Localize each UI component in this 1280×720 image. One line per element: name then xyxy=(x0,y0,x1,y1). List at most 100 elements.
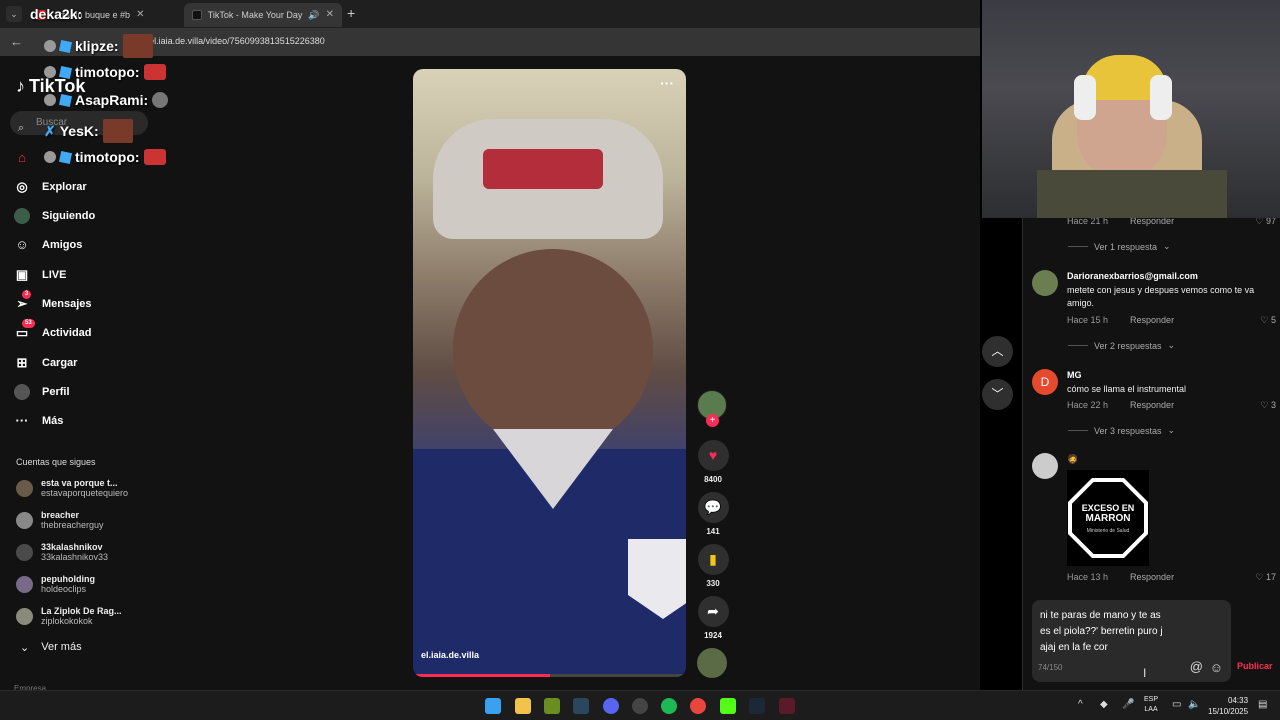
cube-icon xyxy=(58,39,73,53)
video-frame-cap-logo xyxy=(483,149,603,189)
avatar xyxy=(16,575,33,593)
video-progress[interactable] xyxy=(413,674,686,677)
see-more-button[interactable]: ⌄ Ver más xyxy=(20,641,82,654)
comment-like[interactable]: ♡ 3 xyxy=(1260,400,1276,411)
video-player[interactable]: ··· el.iaia.de.villa xyxy=(413,69,686,677)
tab-tiktok[interactable]: TikTok - Make Your Day 🔊 ✕ xyxy=(184,3,342,27)
share-button[interactable]: ➦ 1924 xyxy=(697,596,729,640)
reply-button[interactable]: Responder xyxy=(1130,400,1174,410)
spotify-icon[interactable] xyxy=(661,698,677,714)
sidebar-item-mensajes[interactable]: ➢ 3 Mensajes xyxy=(14,290,92,315)
following-item[interactable]: 33kalashnikov 33kalashnikov33 xyxy=(16,538,156,566)
language-indicator[interactable]: ESP LAA xyxy=(1144,695,1158,715)
windows-start-icon[interactable] xyxy=(485,698,501,714)
app-icon[interactable] xyxy=(779,698,795,714)
messages-icon: ➢ 3 xyxy=(14,290,32,312)
sidebar-item-live[interactable]: ▣ LIVE xyxy=(14,264,67,286)
share-icon: ➦ xyxy=(697,596,729,627)
sidebar-item-actividad[interactable]: ▭ 53 Actividad xyxy=(14,319,92,344)
shield-icon[interactable]: ◆ xyxy=(1100,699,1108,710)
sidebar-item-siguiendo[interactable]: Siguiendo xyxy=(14,205,95,227)
url-field[interactable]: @el.iaia.de.villa/video/7560993813515226… xyxy=(140,36,325,46)
comment-input[interactable]: ni te paras de mano y te as es el piola?… xyxy=(1032,600,1231,682)
cube-icon xyxy=(58,65,73,79)
follow-plus-icon[interactable]: + xyxy=(706,414,719,427)
sidebar-item-explorar[interactable]: ◎ Explorar xyxy=(14,176,86,198)
following-item[interactable]: esta va porque t... estavaporquetequiero xyxy=(16,474,156,502)
new-tab-button[interactable]: + xyxy=(347,5,355,21)
comment-meta: Hace 13 h Responder xyxy=(1067,572,1175,582)
microphone-icon[interactable]: 🎤 xyxy=(1122,699,1134,710)
avatar[interactable]: D xyxy=(1032,369,1058,395)
replies-divider-line xyxy=(1068,246,1088,247)
messages-badge: 3 xyxy=(22,290,32,299)
previous-video-button[interactable]: ︿ xyxy=(982,336,1013,367)
view-replies-button[interactable]: Ver 1 respuesta ⌄ xyxy=(1068,241,1171,252)
comment-like[interactable]: ♡ 5 xyxy=(1260,315,1276,326)
close-tab-icon[interactable]: ✕ xyxy=(326,4,334,26)
home-icon: ⌂ xyxy=(18,150,26,165)
sidebar-item-perfil[interactable]: Perfil xyxy=(14,381,70,403)
app-icon[interactable] xyxy=(544,698,560,714)
like-button[interactable]: ♥ 8400 xyxy=(697,440,729,484)
speaker-icon[interactable]: 🔊 xyxy=(308,4,319,26)
comment-button[interactable]: 💬 141 xyxy=(697,492,729,536)
publish-button[interactable]: Publicar xyxy=(1237,661,1273,671)
emoji-icon[interactable]: ☺ xyxy=(1210,660,1223,675)
more-options-icon[interactable]: ··· xyxy=(660,75,674,91)
mention-icon[interactable]: @ xyxy=(1190,659,1203,674)
avatar[interactable] xyxy=(1032,270,1058,296)
chrome-icon[interactable] xyxy=(690,698,706,714)
video-author[interactable]: el.iaia.de.villa xyxy=(421,650,479,660)
replies-divider-line xyxy=(1068,345,1088,346)
file-explorer-icon[interactable] xyxy=(515,698,531,714)
reply-button[interactable]: Responder xyxy=(1130,572,1174,582)
following-item[interactable]: La Ziplok De Rag... ziplokokokok xyxy=(16,602,156,630)
comment-author[interactable]: MG xyxy=(1067,370,1082,380)
chat-message: ✗ YesK: xyxy=(44,119,133,143)
discord-icon[interactable] xyxy=(603,698,619,714)
sidebar-item-amigos[interactable]: ☺ Amigos xyxy=(14,234,82,256)
sidebar-item-home[interactable]: ⌂ xyxy=(14,147,30,169)
steam-icon[interactable] xyxy=(573,698,589,714)
monitor-icon[interactable]: ▭ xyxy=(1172,699,1181,710)
back-icon[interactable]: ← xyxy=(10,34,23,49)
sidebar-item-cargar[interactable]: ⊞ Cargar xyxy=(14,352,78,374)
following-section-title: Cuentas que sigues xyxy=(16,457,96,467)
chevron-up-icon[interactable]: ^ xyxy=(1078,699,1083,710)
notification-icon[interactable]: ▤ xyxy=(1258,699,1267,710)
tiktok-note-icon: ♪ xyxy=(16,76,25,96)
sticker-line1: EXCESO EN xyxy=(1081,502,1135,513)
more-icon: ··· xyxy=(15,413,29,428)
save-button[interactable]: ▮ 330 xyxy=(697,544,729,588)
chat-message: AsapRami: xyxy=(44,92,169,108)
sidebar-item-mas[interactable]: ··· Más xyxy=(14,410,64,432)
next-video-button[interactable]: ﹀ xyxy=(982,379,1013,410)
reply-button[interactable]: Responder xyxy=(1130,315,1174,325)
following-item[interactable]: pepuholding holdeoclips xyxy=(16,570,156,598)
volume-icon[interactable]: 🔈 xyxy=(1188,699,1200,710)
kick-icon[interactable] xyxy=(720,698,736,714)
webcam-headphone-right xyxy=(1150,75,1172,120)
char-count: 74/150 xyxy=(1038,663,1063,672)
music-disc-icon[interactable] xyxy=(697,648,727,678)
activity-icon: ▭ 53 xyxy=(14,319,35,341)
emote-icon xyxy=(143,64,166,80)
chevron-down-icon: ⌄ xyxy=(1167,425,1176,435)
tab-search-button[interactable]: ⌄ xyxy=(6,6,22,22)
close-tab-icon[interactable]: ✕ xyxy=(136,4,144,26)
comment-author[interactable]: Darioranexbarrios@gmail.com xyxy=(1067,271,1198,281)
comment-draft-text[interactable]: ni te paras de mano y te as es el piola?… xyxy=(1040,608,1223,656)
comment-like[interactable]: ♡ 17 xyxy=(1255,572,1276,583)
obs-icon[interactable] xyxy=(632,698,648,714)
webcam-overlay xyxy=(982,0,1280,218)
view-replies-button[interactable]: Ver 3 respuestas ⌄ xyxy=(1068,425,1175,436)
view-replies-button[interactable]: Ver 2 respuestas ⌄ xyxy=(1068,340,1175,351)
tab-strip: ⌄ ...tra un buque e #b ✕ TikTok - Make Y… xyxy=(0,0,980,28)
cube-icon xyxy=(58,150,73,164)
clock[interactable]: 04:33 15/10/2025 xyxy=(1208,695,1248,717)
following-item[interactable]: breacher thebreacherguy xyxy=(16,506,156,534)
steam-icon[interactable] xyxy=(749,698,765,714)
avatar[interactable] xyxy=(1032,453,1058,479)
chevron-up-icon: ︿ xyxy=(991,344,1004,358)
